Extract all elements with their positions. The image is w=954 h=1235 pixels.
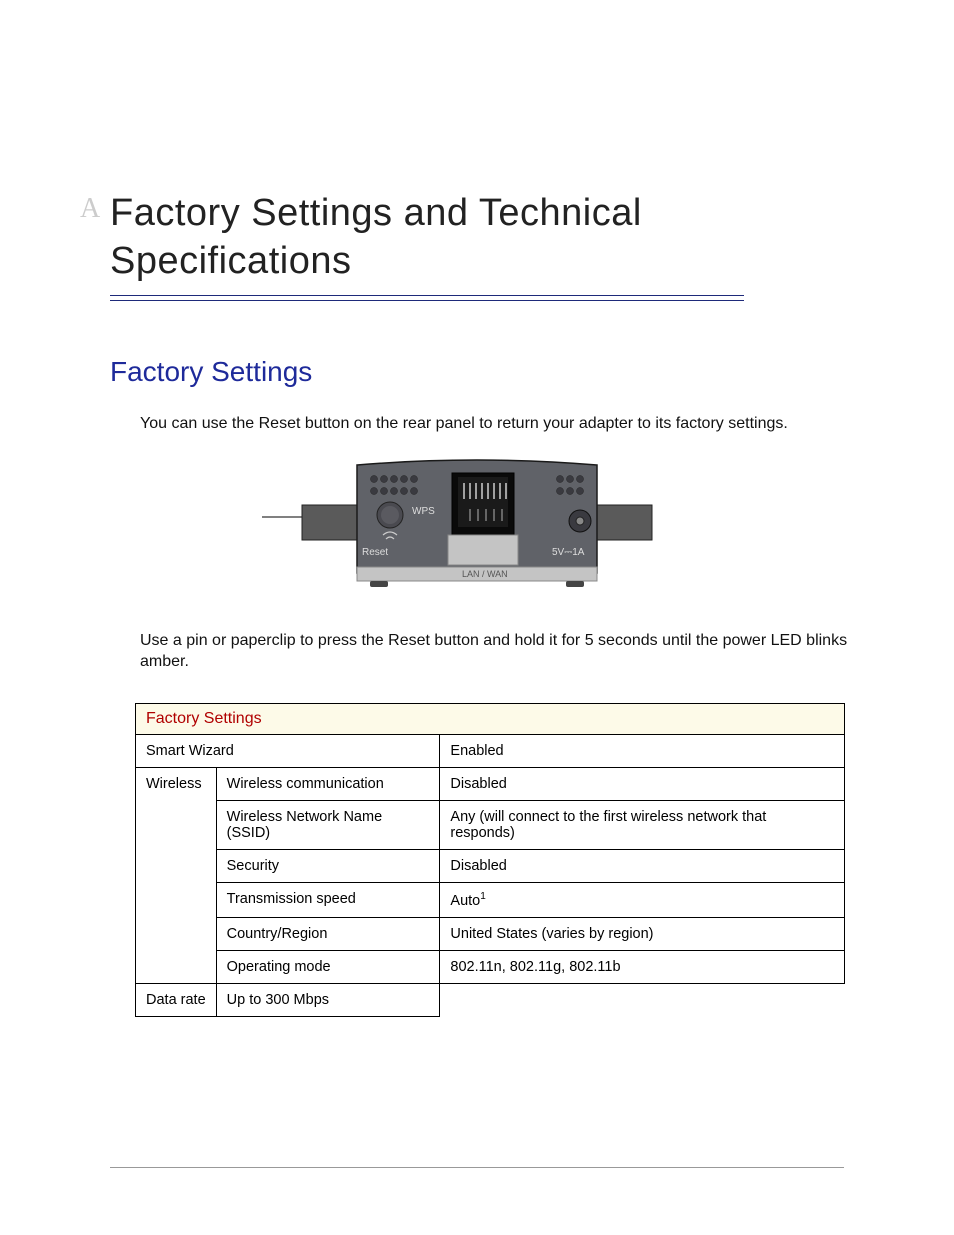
table-cell-value: 802.11n, 802.11g, 802.11b <box>440 950 845 983</box>
table-row: Wireless Network Name (SSID)Any (will co… <box>136 800 845 849</box>
intro-paragraph: You can use the Reset button on the rear… <box>140 413 894 435</box>
table-header: Factory Settings <box>136 703 845 734</box>
appendix-letter: A <box>80 193 100 225</box>
table-cell-value: United States (varies by region) <box>440 917 845 950</box>
power-label: 5V⎓1A <box>552 547 585 558</box>
table-row: Data rateUp to 300 Mbps <box>136 983 845 1016</box>
table-row: SecurityDisabled <box>136 849 845 882</box>
factory-settings-table: Factory Settings Smart WizardEnabledWire… <box>135 703 845 1017</box>
table-cell-param: Security <box>216 849 440 882</box>
table-row: Operating mode802.11n, 802.11g, 802.11b <box>136 950 845 983</box>
table-row: Transmission speedAuto1 <box>136 882 845 917</box>
table-row: Country/RegionUnited States (varies by r… <box>136 917 845 950</box>
page-title: Factory Settings and Technical Specifica… <box>110 190 894 285</box>
section-heading: Factory Settings <box>110 356 894 388</box>
device-illustration: WPS Reset LAN / WAN <box>60 455 894 600</box>
port-label: LAN / WAN <box>462 569 508 579</box>
title-rule <box>110 295 744 301</box>
table-cell-value: Auto1 <box>440 882 845 917</box>
table-cell-value: Disabled <box>440 767 845 800</box>
table-cell-param: Wireless Network Name (SSID) <box>216 800 440 849</box>
table-cell-group: Smart Wizard <box>136 734 440 767</box>
wps-label: WPS <box>412 506 435 517</box>
table-row: Smart WizardEnabled <box>136 734 845 767</box>
table-cell-param: Country/Region <box>216 917 440 950</box>
table-cell-value: Up to 300 Mbps <box>216 983 440 1016</box>
table-cell-param: Transmission speed <box>216 882 440 917</box>
table-cell-value: Enabled <box>440 734 845 767</box>
table-cell-group: Wireless <box>136 767 217 983</box>
table-cell-value: Any (will connect to the first wireless … <box>440 800 845 849</box>
instruction-paragraph: Use a pin or paperclip to press the Rese… <box>140 630 894 673</box>
table-row: WirelessWireless communicationDisabled <box>136 767 845 800</box>
table-cell-param: Operating mode <box>216 950 440 983</box>
table-cell-value: Disabled <box>440 849 845 882</box>
table-cell-param: Data rate <box>136 983 217 1016</box>
table-cell-param: Wireless communication <box>216 767 440 800</box>
reset-label: Reset <box>362 547 388 558</box>
footer-rule <box>110 1167 844 1168</box>
